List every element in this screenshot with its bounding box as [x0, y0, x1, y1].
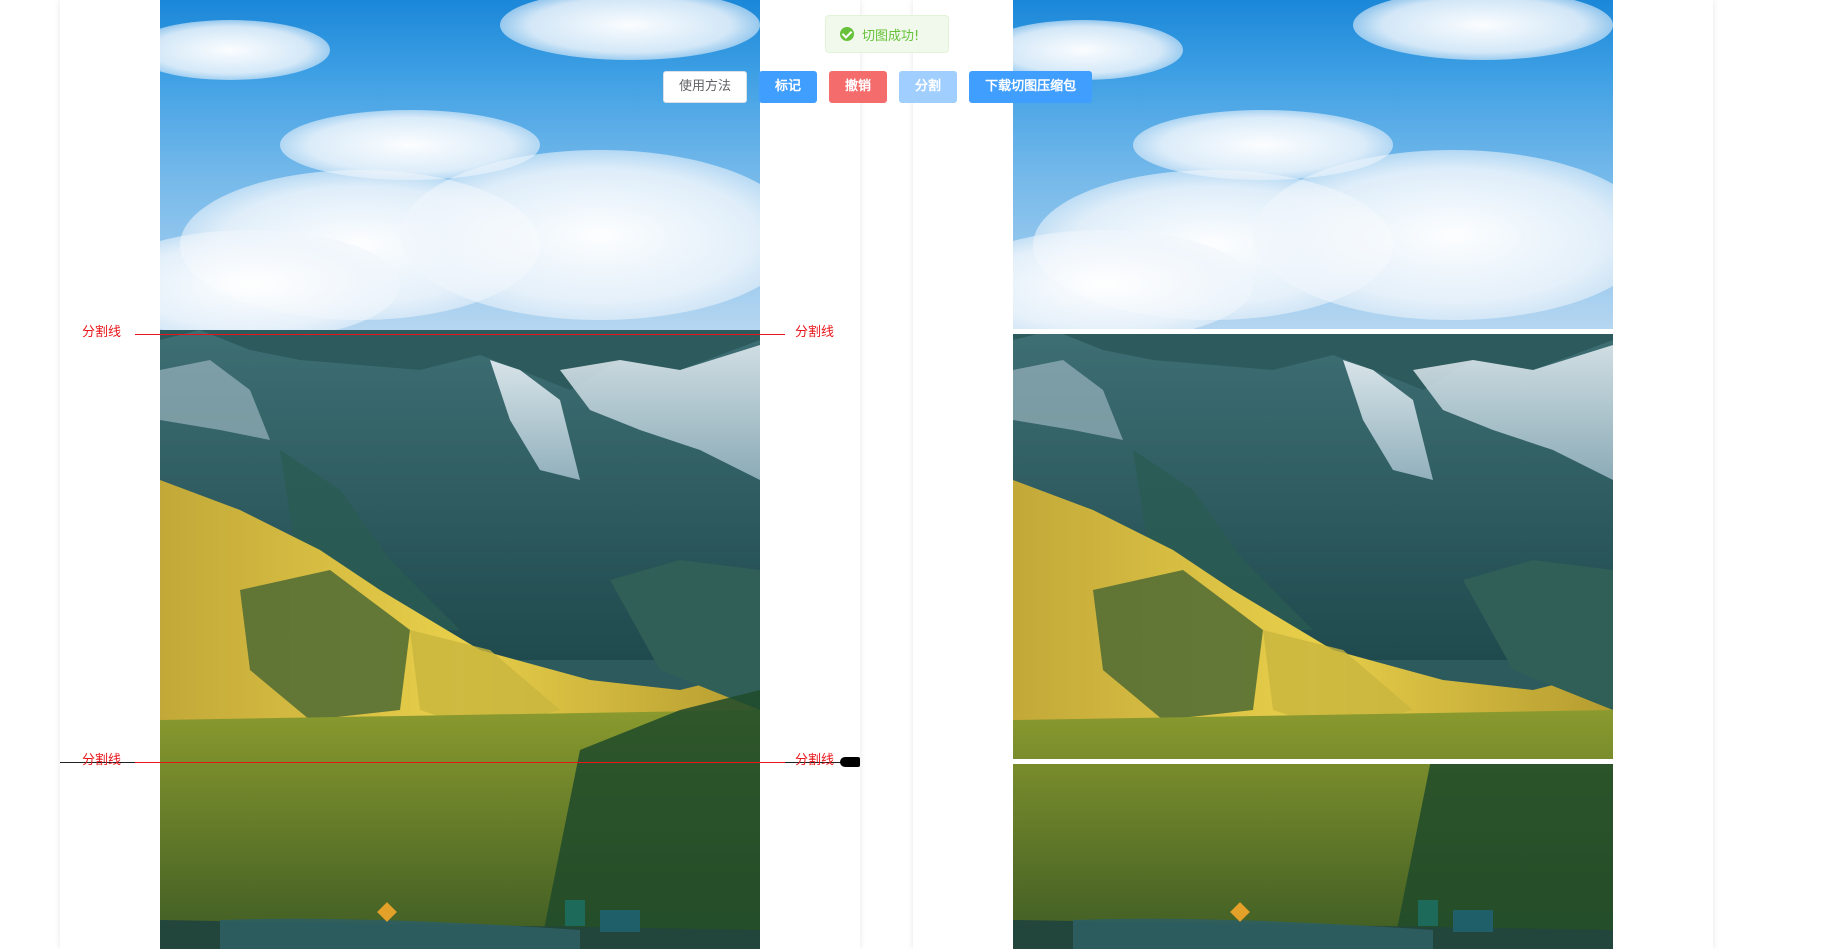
split-button[interactable]: 分割	[899, 71, 958, 103]
mark-button[interactable]: 标记	[759, 71, 818, 103]
divider-label: 分割线	[82, 325, 122, 340]
download-zip-button[interactable]: 下载切图压缩包	[969, 71, 1093, 103]
divider-rule[interactable]	[135, 762, 785, 763]
divider-label: 分割线	[82, 753, 122, 768]
divider-rule[interactable]	[135, 334, 785, 335]
success-toast: 切图成功!	[825, 15, 949, 53]
check-circle-icon	[840, 27, 854, 41]
slice-piece[interactable]	[1013, 0, 1613, 329]
divider-label: 分割线	[795, 753, 835, 768]
mountain-landscape	[160, 330, 760, 949]
source-image[interactable]	[160, 0, 760, 949]
slice-piece[interactable]	[1013, 764, 1613, 949]
undo-button[interactable]: 撤销	[829, 71, 888, 103]
drag-handle-icon[interactable]	[840, 757, 860, 767]
usage-button[interactable]: 使用方法	[663, 71, 748, 103]
slice-image	[1013, 0, 1613, 329]
slice-piece[interactable]	[1013, 334, 1613, 759]
image-slicer-workspace: 分割线 分割线 分割线 分割线 使用方法 标记 撤销 分割 下载切图压缩包 切图…	[0, 0, 1828, 949]
slice-image	[1013, 764, 1613, 949]
slice-image	[1013, 334, 1613, 759]
toast-message: 切图成功!	[862, 28, 920, 44]
divider-label: 分割线	[795, 325, 835, 340]
toolbar: 使用方法 标记 撤销 分割 下载切图压缩包	[663, 71, 1093, 103]
